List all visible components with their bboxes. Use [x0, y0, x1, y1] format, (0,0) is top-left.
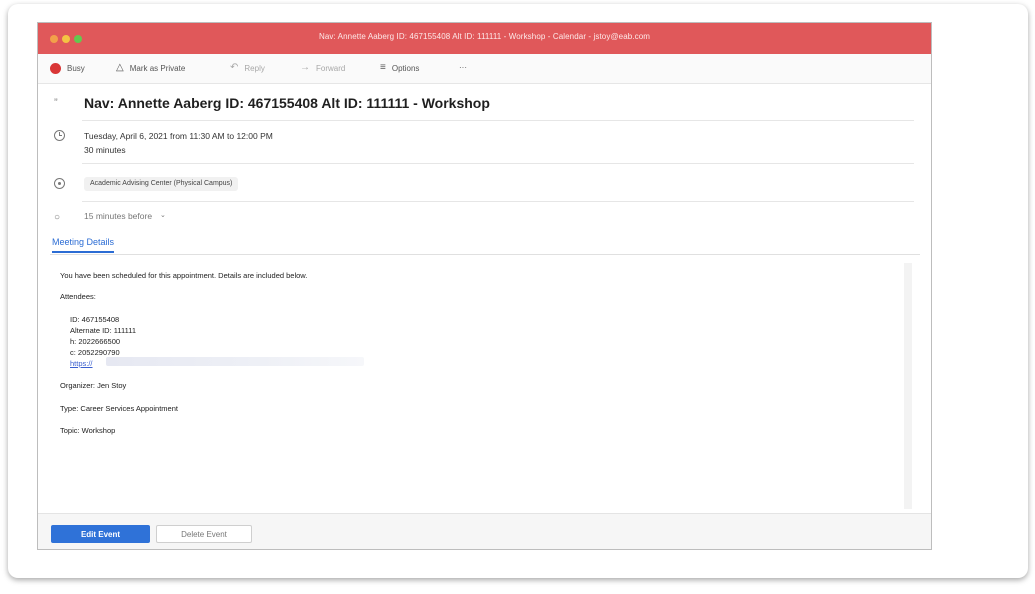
more-button[interactable]: ···	[459, 63, 467, 72]
reply-label: Reply	[244, 63, 265, 73]
appointment-topic: Topic: Workshop	[60, 426, 116, 435]
details-intro: You have been scheduled for this appoint…	[60, 271, 308, 280]
forward-label: Forward	[316, 63, 346, 73]
window-title: Nav: Annette Aaberg ID: 467155408 Alt ID…	[318, 32, 651, 41]
event-window: Nav: Annette Aaberg ID: 467155408 Alt ID…	[37, 22, 932, 550]
attendee-id: ID: 467155408	[70, 315, 120, 324]
organizer: Organizer: Jen Stoy	[60, 381, 127, 390]
attendee-cell-phone: c: 2052290790	[70, 348, 120, 357]
clock-icon	[54, 130, 65, 141]
divider	[82, 163, 914, 164]
footer: Edit Event Delete Event	[38, 514, 931, 549]
busy-button[interactable]: Busy	[50, 63, 85, 74]
mark-private-label: Mark as Private	[129, 63, 186, 73]
toolbar: Busy △ Mark as Private ↶ Reply → Forward…	[38, 54, 931, 84]
options-label: Options	[391, 63, 420, 73]
divider	[82, 201, 914, 202]
location-chip[interactable]: Academic Advising Center (Physical Campu…	[84, 177, 239, 191]
sliders-icon: ≡	[380, 62, 386, 73]
attendee-home-phone: h: 2022666500	[70, 337, 121, 346]
attendee-link[interactable]: https://	[70, 359, 93, 368]
edit-event-button[interactable]: Edit Event	[51, 525, 150, 543]
appointment-type: Type: Career Services Appointment	[60, 404, 178, 413]
title-bar[interactable]: Nav: Annette Aaberg ID: 467155408 Alt ID…	[38, 23, 931, 54]
redacted-link	[106, 357, 364, 366]
delete-event-button[interactable]: Delete Event	[156, 525, 252, 543]
attendees-label: Attendees:	[60, 292, 96, 301]
reminder-value: 15 minutes before	[84, 211, 153, 221]
quote-icon: ”	[54, 97, 58, 109]
reply-button[interactable]: ↶ Reply	[230, 63, 265, 73]
event-subject: Nav: Annette Aaberg ID: 467155408 Alt ID…	[84, 95, 490, 111]
options-button[interactable]: ≡ Options	[380, 63, 419, 73]
chevron-down-icon: ⌄	[160, 212, 166, 219]
lock-icon: △	[116, 62, 124, 73]
attendee-alt-id: Alternate ID: 111111	[70, 326, 137, 335]
busy-label: Busy	[67, 64, 85, 73]
tab-meeting-details[interactable]: Meeting Details	[52, 237, 115, 253]
event-duration: 30 minutes	[84, 145, 126, 155]
forward-button[interactable]: → Forward	[300, 63, 345, 73]
reminder-dropdown[interactable]: 15 minutes before ⌄	[84, 211, 166, 221]
reply-icon: ↶	[230, 62, 239, 73]
event-time: Tuesday, April 6, 2021 from 11:30 AM to …	[84, 131, 273, 141]
divider	[82, 120, 914, 121]
scrollbar[interactable]	[904, 263, 912, 509]
forward-icon: →	[300, 62, 310, 73]
mark-private-button[interactable]: △ Mark as Private	[116, 63, 185, 73]
location-icon	[54, 178, 65, 189]
meeting-details-body	[50, 263, 920, 509]
bell-icon: ○	[54, 212, 61, 223]
tab-underline	[50, 254, 920, 255]
more-icon: ···	[459, 63, 467, 72]
busy-status-icon	[50, 63, 61, 74]
